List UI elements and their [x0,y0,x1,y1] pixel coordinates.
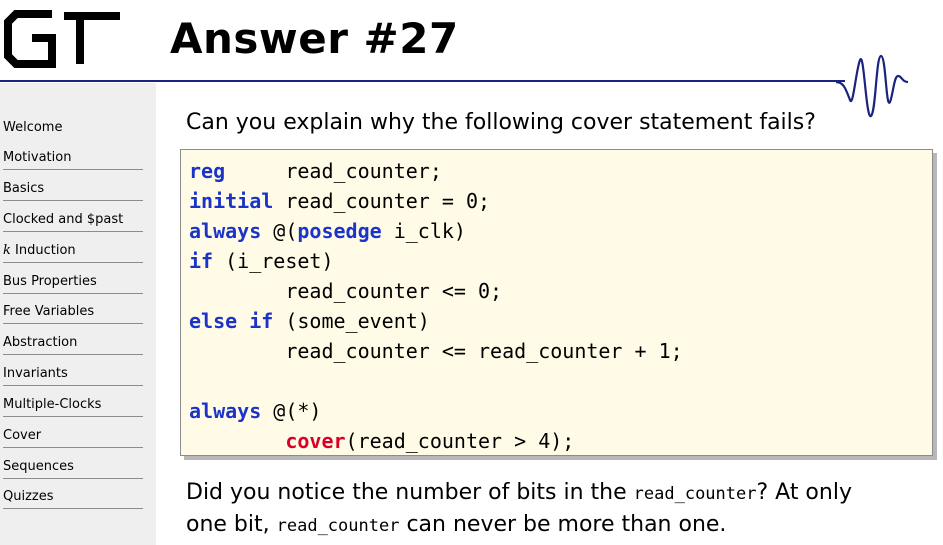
sidebar-item-welcome[interactable]: Welcome [3,120,143,140]
sidebar-item-label: Welcome [3,120,63,135]
code-keyword: reg [189,159,226,183]
sidebar-item-abstraction[interactable]: Abstraction [3,335,143,355]
sidebar-item-label: Basics [3,181,45,196]
answer-text: can never be more than one. [399,512,727,537]
waveform-icon [835,50,909,126]
code-keyword: if [189,249,214,273]
sidebar-item-label: Abstraction [3,335,78,350]
question-text: Can you explain why the following cover … [186,110,816,135]
code-text: i_clk) [381,219,466,243]
sidebar: Welcome Motivation Basics Clocked and $p… [0,83,156,545]
sidebar-item-label: Induction [10,243,76,258]
code-text: (some_event) [273,309,430,333]
code-keyword: else if [189,309,274,333]
answer-text: one bit, [186,512,277,537]
code-line: initial read_counter = 0; [189,186,490,216]
code-keyword: initial [189,189,274,213]
sidebar-item-label: Invariants [3,366,68,381]
code-block: reg read_counter; initial read_counter =… [180,149,933,456]
sidebar-item-clocked-and-past[interactable]: Clocked and $past [3,212,143,232]
code-keyword: always [189,219,262,243]
code-keyword: always [189,399,262,423]
sidebar-item-label: Cover [3,428,42,443]
code-line: read_counter <= 0; [189,276,502,306]
header-divider [0,80,845,82]
sidebar-item-label: Multiple-Clocks [3,397,102,412]
code-line: else if (some_event) [189,306,430,336]
sidebar-item-multiple-clocks[interactable]: Multiple-Clocks [3,397,143,417]
code-line: cover(read_counter > 4); [189,426,574,456]
sidebar-item-sequences[interactable]: Sequences [3,459,143,479]
code-text: (i_reset) [213,249,334,273]
sidebar-item-cover[interactable]: Cover [3,428,143,448]
sidebar-item-motivation[interactable]: Motivation [3,150,143,170]
code-cover-keyword: cover [285,429,346,453]
sidebar-item-quizzes[interactable]: Quizzes [3,489,143,509]
code-text: read_counter <= 0; [189,279,503,303]
inline-code: read_counter [633,484,757,504]
sidebar-item-free-variables[interactable]: Free Variables [3,304,143,324]
inline-code: read_counter [276,516,400,536]
code-text: read_counter <= read_counter + 1; [189,339,683,363]
code-text: read_counter = 0; [273,189,491,213]
answer-line-2: one bit, read_counter can never be more … [186,507,936,544]
answer-text: Did you notice the number of bits in the [186,480,634,505]
sidebar-item-label: Motivation [3,150,72,165]
sidebar-item-bus-properties[interactable]: Bus Properties [3,274,143,294]
code-line: reg read_counter; [189,156,442,186]
code-line: always @(posedge i_clk) [189,216,466,246]
sidebar-item-k-induction[interactable]: k Induction [3,243,143,263]
sidebar-item-k-symbol: k [3,243,11,258]
code-text: read_counter; [225,159,442,183]
sidebar-item-label: Free Variables [3,304,95,319]
gt-logo [2,6,122,76]
code-keyword: posedge [297,219,382,243]
page-title: Answer #27 [170,14,459,63]
sidebar-item-basics[interactable]: Basics [3,181,143,201]
code-text: (read_counter > 4); [345,429,575,453]
code-text: @(*) [261,399,322,423]
code-text: @( [261,219,298,243]
sidebar-item-label: Quizzes [3,489,54,504]
code-line: if (i_reset) [189,246,334,276]
code-line: always @(*) [189,396,321,426]
answer-text: ? At only [756,480,852,505]
sidebar-item-invariants[interactable]: Invariants [3,366,143,386]
sidebar-item-label: Sequences [3,459,74,474]
sidebar-item-label: Clocked and $past [3,212,124,227]
code-line: read_counter <= read_counter + 1; [189,336,683,366]
sidebar-item-label: Bus Properties [3,274,97,289]
